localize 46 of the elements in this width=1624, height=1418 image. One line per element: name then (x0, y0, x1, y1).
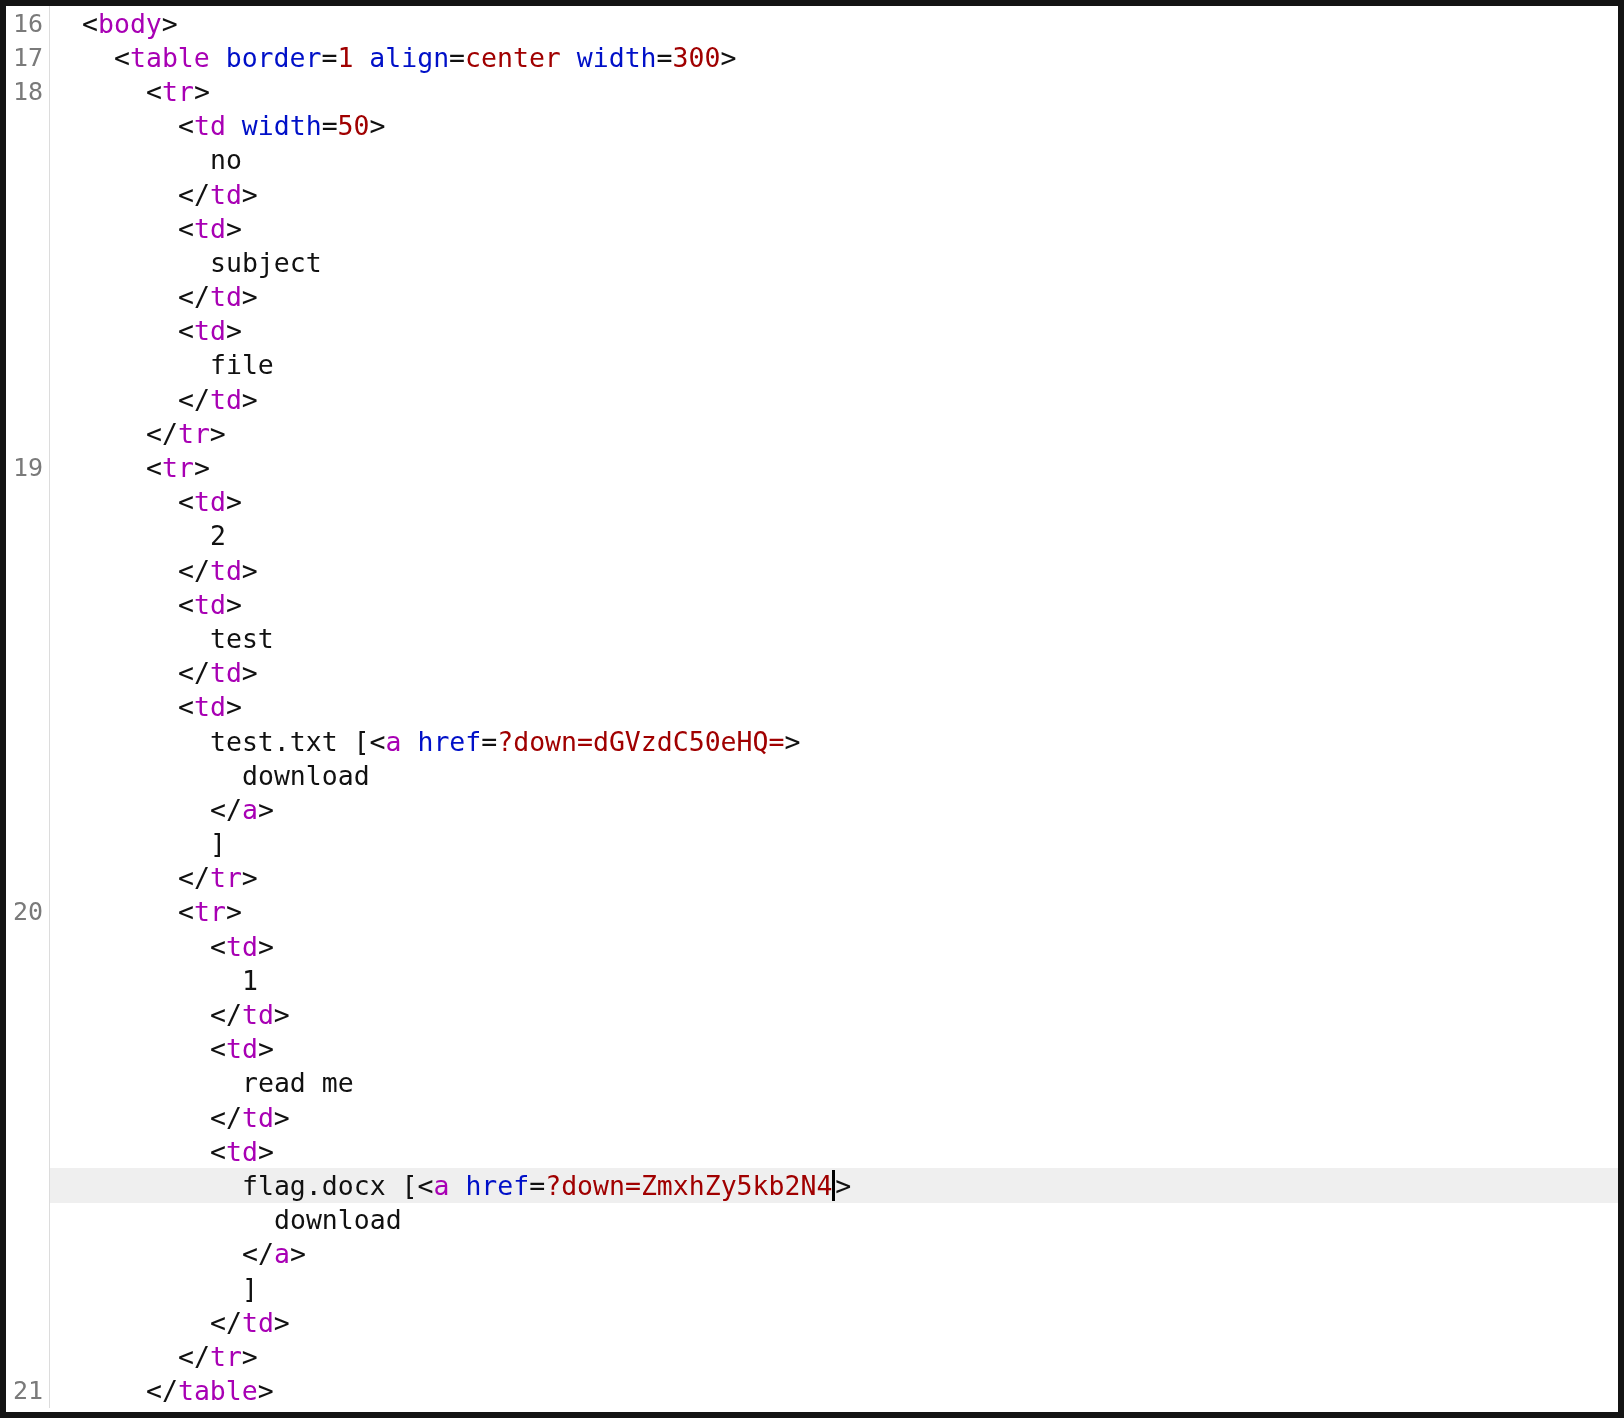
code-line: </td> (209, 1100, 291, 1135)
code-line: ] (241, 1271, 259, 1306)
code-line: <td> (177, 485, 243, 519)
code-line: subject (209, 245, 323, 280)
code-line: <td> (177, 587, 243, 622)
code-line: <tr> (145, 451, 211, 485)
code-line: test (209, 621, 275, 656)
code-line: <tr> (145, 74, 211, 109)
code-line: </td> (209, 1305, 291, 1340)
code-line: </a> (209, 792, 275, 827)
code-line: ] (209, 827, 227, 861)
code-line: </td> (177, 382, 259, 417)
line-number: 18 (12, 78, 43, 104)
code-line: <td> (209, 1032, 275, 1066)
code-line: <tr> (177, 895, 243, 930)
code-line: 1 (241, 963, 259, 998)
code-line: <td> (177, 690, 243, 724)
line-number: 19 (12, 455, 43, 481)
code-line: </a> (241, 1237, 307, 1271)
code-line: </td> (177, 177, 259, 212)
code-line: <td> (177, 314, 243, 348)
line-number: 20 (12, 899, 43, 925)
code-line: <td> (209, 929, 275, 964)
line-number: 16 (12, 10, 43, 36)
code-line: </td> (209, 998, 291, 1032)
code-line: download (273, 1203, 403, 1237)
code-line: <table border=1 align=center width=300> (113, 40, 738, 75)
code-line: </td> (177, 656, 259, 690)
code-line: </td> (177, 280, 259, 314)
code-line: <td> (209, 1134, 275, 1169)
code-line: <body> (81, 6, 179, 41)
line-number: 17 (12, 44, 43, 70)
line-number: 21 (12, 1378, 43, 1404)
code-line: 2 (209, 519, 227, 553)
code-line: file (209, 348, 275, 383)
code-line: </tr> (177, 861, 259, 895)
code-line: </tr> (145, 416, 227, 451)
code-line: test.txt [<a href=?down=dGVzdC50eHQ=> (209, 724, 802, 759)
code-line: no (209, 143, 243, 177)
code-line: </table> (145, 1374, 275, 1408)
code-line: </td> (177, 553, 259, 588)
code-line: <td width=50> (177, 109, 387, 143)
code-line: </tr> (177, 1339, 259, 1374)
code-line: <td> (177, 211, 243, 246)
code-line: download (241, 758, 371, 793)
code-line: read me (241, 1066, 355, 1100)
